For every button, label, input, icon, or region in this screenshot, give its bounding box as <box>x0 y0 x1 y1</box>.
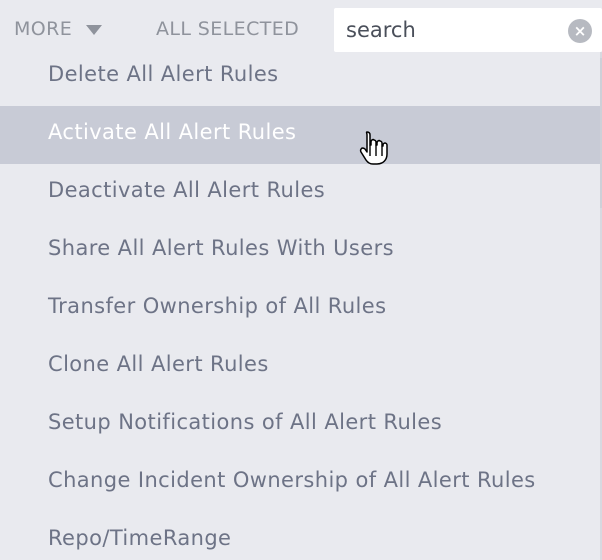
menu-item-label: Change Incident Ownership of All Alert R… <box>48 468 536 492</box>
menu-item-label: Clone All Alert Rules <box>48 352 269 376</box>
menu-item-activate-all-alert-rules[interactable]: Activate All Alert Rules <box>0 106 600 164</box>
caret-down-icon <box>86 25 103 35</box>
menu-item-repo-timerange[interactable]: Repo/TimeRange <box>0 512 602 560</box>
menu-item-change-incident-ownership-of-all-alert-rules[interactable]: Change Incident Ownership of All Alert R… <box>0 454 602 512</box>
menu-item-label: Activate All Alert Rules <box>48 120 297 144</box>
menu-item-setup-notifications-of-all-alert-rules[interactable]: Setup Notifications of All Alert Rules <box>0 396 602 454</box>
more-button-label: MORE <box>14 18 73 40</box>
all-selected-button[interactable]: ALL SELECTED <box>156 16 299 42</box>
menu-item-label: Setup Notifications of All Alert Rules <box>48 410 443 434</box>
menu-item-label: Delete All Alert Rules <box>48 62 279 86</box>
more-dropdown-button[interactable]: MORE <box>14 16 103 42</box>
close-circle-icon[interactable]: × <box>568 19 592 43</box>
search-input[interactable] <box>334 8 566 52</box>
menu-item-label: Share All Alert Rules With Users <box>48 236 394 260</box>
more-actions-menu: Delete All Alert Rules Activate All Aler… <box>0 48 602 560</box>
menu-item-label: Repo/TimeRange <box>48 526 232 550</box>
menu-item-label: Transfer Ownership of All Rules <box>48 294 387 318</box>
menu-item-label: Deactivate All Alert Rules <box>48 178 326 202</box>
menu-item-transfer-ownership-of-all-rules[interactable]: Transfer Ownership of All Rules <box>0 280 602 338</box>
menu-item-deactivate-all-alert-rules[interactable]: Deactivate All Alert Rules <box>0 164 602 222</box>
menu-item-delete-all-alert-rules[interactable]: Delete All Alert Rules <box>0 48 602 106</box>
search-field: × <box>334 8 602 52</box>
bulk-actions-panel: MORE ALL SELECTED × Delete All Alert Rul… <box>0 0 602 560</box>
menu-item-share-all-alert-rules-with-users[interactable]: Share All Alert Rules With Users <box>0 222 602 280</box>
menu-item-clone-all-alert-rules[interactable]: Clone All Alert Rules <box>0 338 602 396</box>
